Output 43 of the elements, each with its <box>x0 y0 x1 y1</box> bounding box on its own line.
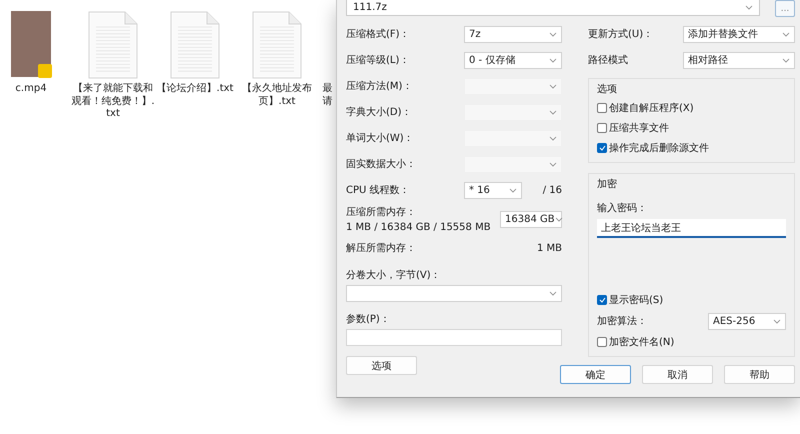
checkbox-option[interactable]: 操作完成后删除源文件 <box>597 140 786 156</box>
field-label: 路径模式 <box>588 54 628 67</box>
dropdown[interactable]: AES-256 <box>708 312 786 330</box>
group-title: 选项 <box>597 82 618 96</box>
file-name[interactable]: 【论坛介绍】.txt <box>153 83 237 96</box>
field-label: 更新方式(U)： <box>588 28 654 41</box>
field-label: 参数(P)： <box>346 312 391 326</box>
field-label: 固实数据大小： <box>346 158 416 171</box>
field-label: 压缩格式(F)： <box>346 28 410 41</box>
dropdown[interactable]: 添加并替换文件 <box>683 26 795 42</box>
checkbox-option[interactable]: 压缩共享文件 <box>597 120 786 136</box>
dialog-button[interactable]: 帮助 <box>724 365 795 384</box>
field-label: 解压所需内存： <box>346 242 416 255</box>
field-label: 字典大小(D)： <box>346 106 412 119</box>
checkbox-option[interactable]: 显示密码(S) <box>597 292 786 308</box>
field-label: 输入密码： <box>597 202 648 215</box>
dropdown[interactable]: * 16 <box>464 182 522 198</box>
field-label: 单词大小(W)： <box>346 132 414 145</box>
checkbox-option[interactable]: 加密文件名(N) <box>597 334 786 350</box>
field-label: 压缩所需内存： <box>346 206 417 219</box>
password-input[interactable]: 上老王论坛当老王 <box>597 219 786 238</box>
dialog-button[interactable]: 取消 <box>642 365 713 384</box>
dropdown[interactable]: 0 - 仅存储 <box>464 52 562 68</box>
dropdown[interactable]: 16384 GB <box>500 210 562 228</box>
memory-value: 1 MB <box>536 242 562 254</box>
file-name[interactable]: c.mp4 <box>0 83 73 96</box>
dropdown[interactable]: 相对路径 <box>683 52 795 68</box>
dialog-button[interactable]: 确定 <box>560 365 631 384</box>
field-label: 压缩等级(L)： <box>346 54 410 67</box>
field-label: 压缩方法(M)： <box>346 80 412 93</box>
field-label: CPU 线程数： <box>346 184 410 197</box>
file-name[interactable]: 【永久地址发布页】.txt <box>235 83 319 108</box>
field-label: 加密算法： <box>597 314 647 328</box>
thread-max: / 16 <box>542 184 562 196</box>
dropdown[interactable]: 7z <box>464 26 562 42</box>
group-title: 加密 <box>597 178 618 191</box>
file-name[interactable]: 【来了就能下载和观看！纯免费！】.txt <box>71 83 155 120</box>
file-name[interactable]: 最请 <box>322 83 334 108</box>
options-button[interactable]: 选项 <box>346 356 417 375</box>
field-label: 分卷大小，字节(V)： <box>346 268 442 282</box>
checkbox-option[interactable]: 创建自解压程序(X) <box>597 100 786 116</box>
memory-detail: 1 MB / 16384 GB / 15558 MB <box>346 222 491 233</box>
archive-name-field[interactable]: 111.7z <box>346 0 760 16</box>
